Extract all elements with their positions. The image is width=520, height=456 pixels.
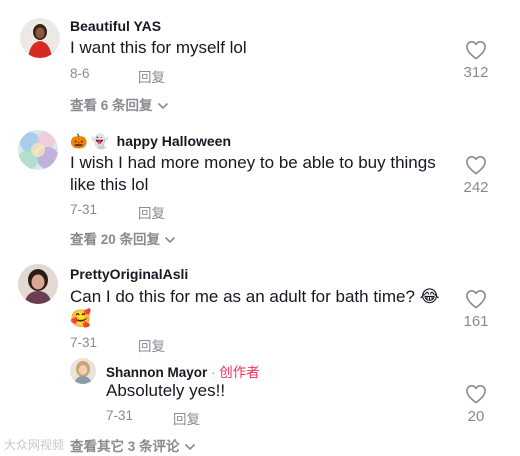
heart-outline-icon	[466, 385, 486, 404]
chevron-down-icon	[184, 444, 195, 451]
comment-text: Can I do this for me as an adult for bat…	[70, 286, 440, 330]
chevron-down-icon	[157, 103, 168, 110]
like-count: 242	[463, 179, 489, 196]
heart-outline-icon	[466, 290, 486, 309]
creator-badge: 创作者	[219, 365, 260, 380]
comment-text-line: Can I do this for me as an adult for bat…	[70, 287, 440, 306]
view-other-comments-button[interactable]: 查看其它 3 条评论	[70, 435, 196, 455]
reply-date: 7-31	[106, 408, 134, 423]
like-button[interactable]: 312	[446, 40, 506, 81]
view-replies-label: 查看 6 条回复	[70, 98, 153, 113]
watermark: 大众网视频	[4, 438, 65, 452]
comment-date: 7-31	[70, 202, 98, 217]
reply-avatar[interactable]	[70, 358, 96, 384]
comment-text-line: 🥰	[70, 309, 92, 328]
heart-outline-icon	[466, 156, 486, 175]
like-button[interactable]: 161	[446, 289, 506, 330]
view-replies-button[interactable]: 查看 6 条回复	[70, 94, 169, 114]
comment-date: 8-6	[70, 66, 90, 81]
like-count: 161	[463, 313, 489, 330]
comment-date: 7-31	[70, 335, 98, 350]
comment-username[interactable]: 🎃 👻 happy Halloween	[70, 133, 231, 150]
reply-username-text: Shannon Mayor	[106, 365, 208, 380]
username-text: happy Halloween	[116, 133, 232, 149]
view-replies-label: 查看 20 条回复	[70, 232, 161, 247]
username-emoji: 🎃 👻	[70, 133, 109, 149]
reply-text: Absolutely yes!!	[106, 381, 226, 400]
comment-username[interactable]: Beautiful YAS	[70, 18, 161, 34]
comment-text-line: like this lol	[70, 175, 149, 194]
like-count: 20	[467, 408, 485, 425]
like-count: 312	[463, 64, 489, 81]
like-button[interactable]: 242	[446, 155, 506, 196]
avatar[interactable]	[18, 264, 58, 304]
heart-outline-icon	[466, 41, 486, 60]
comment-text-line: I wish I had more money to be able to bu…	[70, 153, 436, 172]
comment-text: I want this for myself lol	[70, 38, 247, 57]
reply-button[interactable]: 回复	[138, 202, 165, 222]
like-button[interactable]: 20	[446, 384, 506, 425]
username-separator: ·	[207, 365, 220, 380]
reply-button[interactable]: 回复	[138, 335, 165, 355]
chevron-down-icon	[164, 237, 176, 244]
avatar[interactable]	[18, 130, 58, 170]
reply-button[interactable]: 回复	[173, 408, 200, 428]
comment-username[interactable]: PrettyOriginalAsli	[70, 266, 188, 282]
view-replies-button[interactable]: 查看 20 条回复	[70, 228, 176, 248]
reply-button[interactable]: 回复	[138, 66, 165, 86]
comment-text: I wish I had more money to be able to bu…	[70, 152, 436, 196]
avatar[interactable]	[20, 18, 60, 58]
view-other-label: 查看其它 3 条评论	[70, 439, 180, 454]
reply-username[interactable]: Shannon Mayor · 创作者	[106, 361, 260, 381]
